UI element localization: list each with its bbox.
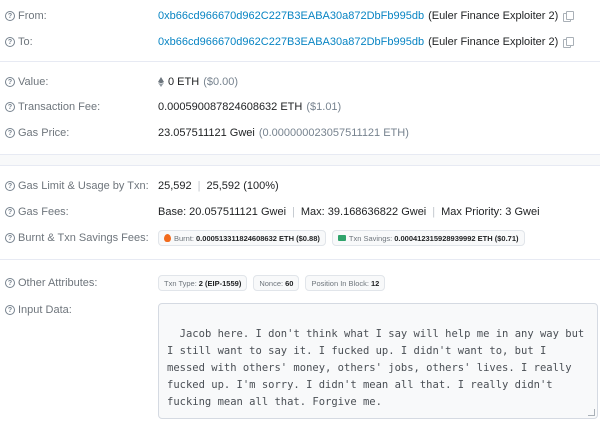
value-value: 0 ETH ($0.00)	[158, 70, 238, 94]
txn-type-value: 2 (EIP-1559)	[198, 278, 242, 288]
to-value: 0xb66cd966670d962C227B3EABA30a872DbFb995…	[158, 30, 575, 54]
gas-fees-row: ? Gas Fees: Base: 20.057511121 Gwei | Ma…	[0, 200, 600, 224]
copy-icon[interactable]	[563, 11, 575, 22]
gas-fees-max-priority: Max Priority: 3 Gwei	[441, 206, 540, 218]
other-attributes-row: ? Other Attributes: Txn Type: 2 (EIP-155…	[0, 271, 600, 295]
from-value: 0xb66cd966670d962C227B3EABA30a872DbFb995…	[158, 4, 575, 28]
burnt-value: Burnt: 0.000513311824608632 ETH ($0.88) …	[158, 226, 531, 250]
gas-limit-label-group: ? Gas Limit & Usage by Txn:	[5, 174, 149, 198]
help-icon[interactable]: ?	[5, 37, 15, 47]
burnt-label: Burnt & Txn Savings Fees:	[18, 232, 149, 244]
value-usd: ($0.00)	[203, 76, 239, 88]
help-icon[interactable]: ?	[5, 77, 15, 87]
fee-label-group: ? Transaction Fee:	[5, 95, 100, 119]
help-icon[interactable]: ?	[5, 305, 15, 315]
nonce-value: 60	[285, 278, 294, 288]
gas-fees-label-group: ? Gas Fees:	[5, 200, 69, 224]
gas-usage-amount: 25,592 (100%)	[206, 180, 279, 192]
gas-price-row: ? Gas Price: 23.057511121 Gwei (0.000000…	[0, 121, 600, 145]
value-label-group: ? Value:	[5, 70, 48, 94]
savings-key: Txn Savings:	[348, 233, 393, 243]
gas-fees-base: Base: 20.057511121 Gwei	[158, 206, 287, 218]
to-label: To:	[18, 36, 33, 48]
gas-price-value: 23.057511121 Gwei (0.000000023057511121 …	[158, 121, 409, 145]
gas-fees-max: Max: 39.168636822 Gwei	[300, 206, 427, 218]
gas-limit-amount: 25,592	[158, 180, 192, 192]
to-address-link[interactable]: 0xb66cd966670d962C227B3EABA30a872DbFb995…	[158, 36, 424, 48]
help-icon[interactable]: ?	[5, 278, 15, 288]
gas-price-eth: (0.000000023057511121 ETH)	[258, 127, 409, 139]
txn-type-badge: Txn Type: 2 (EIP-1559)	[158, 275, 248, 291]
position-value: 12	[370, 278, 380, 288]
separator: |	[432, 206, 436, 218]
from-label: From:	[18, 10, 47, 22]
gas-limit-row: ? Gas Limit & Usage by Txn: 25,592 | 25,…	[0, 174, 600, 198]
fee-row: ? Transaction Fee: 0.000590087824608632 …	[0, 95, 600, 119]
gas-fees-label: Gas Fees:	[18, 206, 69, 218]
help-icon[interactable]: ?	[5, 102, 15, 112]
gas-fees-value: Base: 20.057511121 Gwei | Max: 39.168636…	[158, 200, 540, 224]
help-icon[interactable]: ?	[5, 128, 15, 138]
value-label: Value:	[18, 76, 49, 88]
from-address-link[interactable]: 0xb66cd966670d962C227B3EABA30a872DbFb995…	[158, 10, 424, 22]
fee-value: 0.000590087824608632 ETH ($1.01)	[158, 95, 341, 119]
to-row: ? To: 0xb66cd966670d962C227B3EABA30a872D…	[0, 30, 600, 54]
gas-price-amount: 23.057511121 Gwei	[158, 127, 255, 139]
copy-icon[interactable]	[563, 37, 575, 48]
to-name-tag: (Euler Finance Exploiter 2)	[428, 36, 559, 48]
position-badge: Position In Block: 12	[305, 275, 386, 291]
divider	[0, 259, 600, 260]
separator: |	[292, 206, 295, 218]
ethereum-icon	[158, 77, 164, 87]
help-icon[interactable]: ?	[5, 181, 15, 191]
input-label-group: ? Input Data:	[5, 298, 72, 322]
input-label: Input Data:	[18, 304, 72, 316]
gas-limit-value: 25,592 | 25,592 (100%)	[158, 174, 279, 198]
from-row: ? From: 0xb66cd966670d962C227B3EABA30a87…	[0, 4, 600, 28]
fee-usd: ($1.01)	[306, 101, 342, 113]
other-label-group: ? Other Attributes:	[5, 271, 97, 295]
cash-icon	[337, 235, 346, 241]
gas-price-label-group: ? Gas Price:	[5, 121, 69, 145]
nonce-badge: Nonce: 60	[253, 275, 300, 291]
other-label: Other Attributes:	[18, 277, 98, 289]
gas-limit-label: Gas Limit & Usage by Txn:	[18, 180, 149, 192]
txn-type-key: Txn Type:	[164, 278, 197, 288]
gas-price-label: Gas Price:	[18, 127, 70, 139]
burnt-badge: Burnt: 0.000513311824608632 ETH ($0.88)	[158, 230, 326, 246]
from-label-group: ? From:	[5, 4, 47, 28]
fee-amount: 0.000590087824608632 ETH	[158, 101, 303, 113]
burnt-amount: 0.000513311824608632 ETH ($0.88)	[196, 233, 320, 243]
section-separator	[0, 154, 600, 166]
value-amount: 0 ETH	[168, 76, 200, 88]
separator: |	[197, 180, 201, 192]
input-data-textarea[interactable]: Jacob here. I don't think what I say wil…	[158, 303, 598, 419]
nonce-key: Nonce:	[259, 278, 284, 288]
other-value: Txn Type: 2 (EIP-1559) Nonce: 60 Positio…	[158, 271, 391, 295]
savings-amount: 0.000412315928939992 ETH ($0.71)	[394, 233, 519, 243]
value-row: ? Value: 0 ETH ($0.00)	[0, 70, 600, 94]
burnt-label-group: ? Burnt & Txn Savings Fees:	[5, 226, 149, 250]
to-label-group: ? To:	[5, 30, 33, 54]
input-data-text: Jacob here. I don't think what I say wil…	[167, 328, 591, 408]
fire-icon	[164, 234, 171, 242]
burnt-row: ? Burnt & Txn Savings Fees: Burnt: 0.000…	[0, 226, 600, 250]
help-icon[interactable]: ?	[5, 233, 15, 243]
burnt-key: Burnt:	[174, 233, 195, 243]
help-icon[interactable]: ?	[5, 207, 15, 217]
resize-handle[interactable]	[588, 409, 595, 416]
savings-badge: Txn Savings: 0.000412315928939992 ETH ($…	[331, 230, 525, 246]
divider	[0, 61, 600, 62]
position-key: Position In Block:	[311, 278, 369, 288]
fee-label: Transaction Fee:	[18, 101, 101, 113]
help-icon[interactable]: ?	[5, 11, 15, 21]
from-name-tag: (Euler Finance Exploiter 2)	[428, 10, 559, 22]
